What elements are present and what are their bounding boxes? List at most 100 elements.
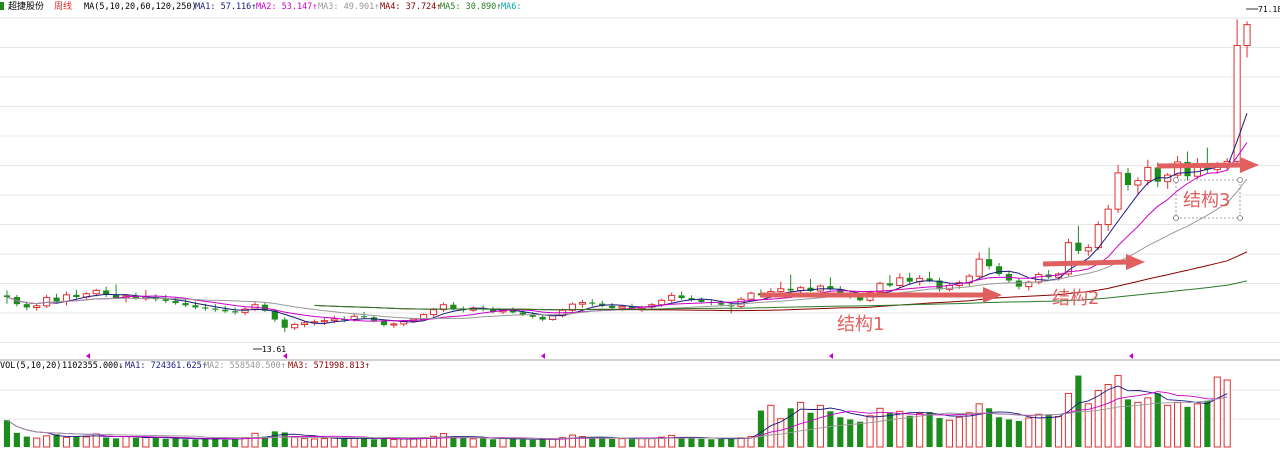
candle-body-up — [429, 309, 438, 316]
volume-bar-up — [1025, 417, 1033, 448]
volume-bar-down — [728, 438, 735, 447]
volume-bar-down — [162, 438, 169, 447]
box-handle-icon[interactable] — [1173, 177, 1179, 183]
volume-bar-up — [1064, 392, 1073, 448]
volume-bar-up — [400, 438, 408, 448]
candle-body-up — [92, 289, 100, 295]
volume-bar-up — [122, 436, 130, 448]
volume-bar-down — [341, 438, 348, 447]
structure2-label: 结构2 — [1052, 288, 1099, 309]
volume-bar-up — [945, 419, 953, 448]
annotation-structure2: 结构2 — [1042, 254, 1145, 309]
time-marker-icon — [1129, 353, 1133, 359]
volume-bar-down — [480, 438, 487, 447]
volume-bar-up — [638, 438, 646, 448]
volume-bar-up — [549, 438, 557, 448]
volume-bar-up — [816, 404, 825, 448]
candle-body-up — [747, 292, 755, 300]
volume-bar-up — [866, 415, 874, 448]
volume-bar-down — [361, 438, 368, 447]
box-handle-icon[interactable] — [1237, 177, 1243, 183]
candle-body-down — [886, 283, 893, 286]
volume-bar-up — [1104, 384, 1112, 448]
volume-bar-up — [916, 413, 924, 448]
arrow-line-3 — [1156, 162, 1243, 169]
volume-bar-down — [1005, 419, 1013, 447]
candle-body-up — [62, 294, 71, 302]
period-label[interactable]: 周线 — [54, 0, 72, 12]
candle-body-down — [281, 319, 288, 328]
volume-bar-up — [310, 438, 319, 448]
volume-bar-down — [113, 438, 120, 447]
candle-body-up — [1243, 24, 1251, 46]
volume-bar-down — [23, 436, 30, 447]
volume-bar-up — [1164, 404, 1172, 448]
candle-body-down — [361, 316, 368, 318]
candle-body-down — [678, 295, 685, 299]
candle-body-down — [23, 304, 30, 308]
candle-body-up — [330, 318, 338, 322]
candle-body-down — [212, 308, 219, 310]
volume-bar-down — [708, 439, 715, 447]
candle-body-down — [73, 294, 80, 298]
candle-body-down — [718, 303, 725, 305]
candle-body-down — [857, 297, 864, 301]
volume-bar-down — [837, 417, 844, 447]
volume-bar-up — [291, 436, 299, 448]
candle-body-up — [291, 323, 299, 329]
candle-body-up — [668, 294, 676, 301]
volume-bar-down — [192, 439, 199, 447]
vol-params-label: VOL(5,10,20) — [0, 361, 61, 371]
volume-bar-up — [499, 438, 507, 448]
volume-bar-down — [370, 439, 378, 447]
box-handle-icon[interactable] — [1237, 215, 1243, 221]
volume-bar-down — [450, 436, 457, 447]
candle-body-up — [797, 287, 805, 291]
volume-bar-up — [1094, 389, 1102, 448]
volume-bar-down — [926, 412, 933, 447]
candle-body-up — [1144, 166, 1152, 182]
candle-body-down — [1154, 167, 1161, 182]
volume-bar-up — [648, 437, 656, 448]
high-marker: 71.18 — [1246, 5, 1280, 14]
volume-bar-up — [876, 407, 884, 448]
volume-bar-up — [420, 437, 428, 448]
volume-bar-up — [1223, 379, 1231, 448]
candle-body-up — [390, 323, 398, 326]
volume-bar-down — [489, 439, 497, 447]
volume-bar-down — [628, 439, 636, 447]
candle-body-down — [926, 278, 933, 281]
volume-bar-up — [1174, 401, 1182, 448]
volume-bar-down — [1154, 393, 1161, 447]
volume-bar-up — [142, 436, 150, 448]
volume-bar-down — [529, 439, 536, 447]
volume-ma-line-ma1 — [6, 385, 1228, 440]
candle-body-up — [618, 305, 626, 309]
box-handle-icon[interactable] — [1173, 215, 1179, 221]
volume-bar-down — [3, 420, 11, 447]
volume-bar-down — [509, 438, 516, 447]
candle-body-down — [222, 309, 229, 312]
volume-bar-up — [82, 436, 90, 448]
candle-body-down — [162, 299, 169, 301]
volume-bar-down — [589, 437, 596, 447]
candle-body-down — [906, 277, 913, 282]
volume-bar-up — [668, 434, 676, 448]
low-marker: 13.61 — [253, 345, 286, 354]
candle-body-up — [1114, 172, 1122, 210]
volume-bar-up — [1193, 403, 1202, 448]
ma6-value: MA6: — [501, 2, 521, 12]
volume-bar-down — [460, 438, 467, 447]
candle-body-up — [1233, 45, 1241, 162]
volume-bar-down — [172, 438, 179, 447]
candle-body-up — [1104, 208, 1112, 226]
arrow-head-2 — [1126, 254, 1145, 270]
vol-ma3-value: MA3: 571998.813↑ — [288, 361, 370, 371]
candle-body-down — [1015, 280, 1022, 287]
candle-body-down — [53, 297, 60, 302]
time-markers — [86, 353, 1133, 359]
volume-bar-down — [1045, 415, 1052, 447]
time-marker-icon — [541, 353, 545, 359]
candle-body-up — [1094, 224, 1102, 249]
vol-ma2-value: MA2: 558540.500↑ — [204, 361, 286, 371]
